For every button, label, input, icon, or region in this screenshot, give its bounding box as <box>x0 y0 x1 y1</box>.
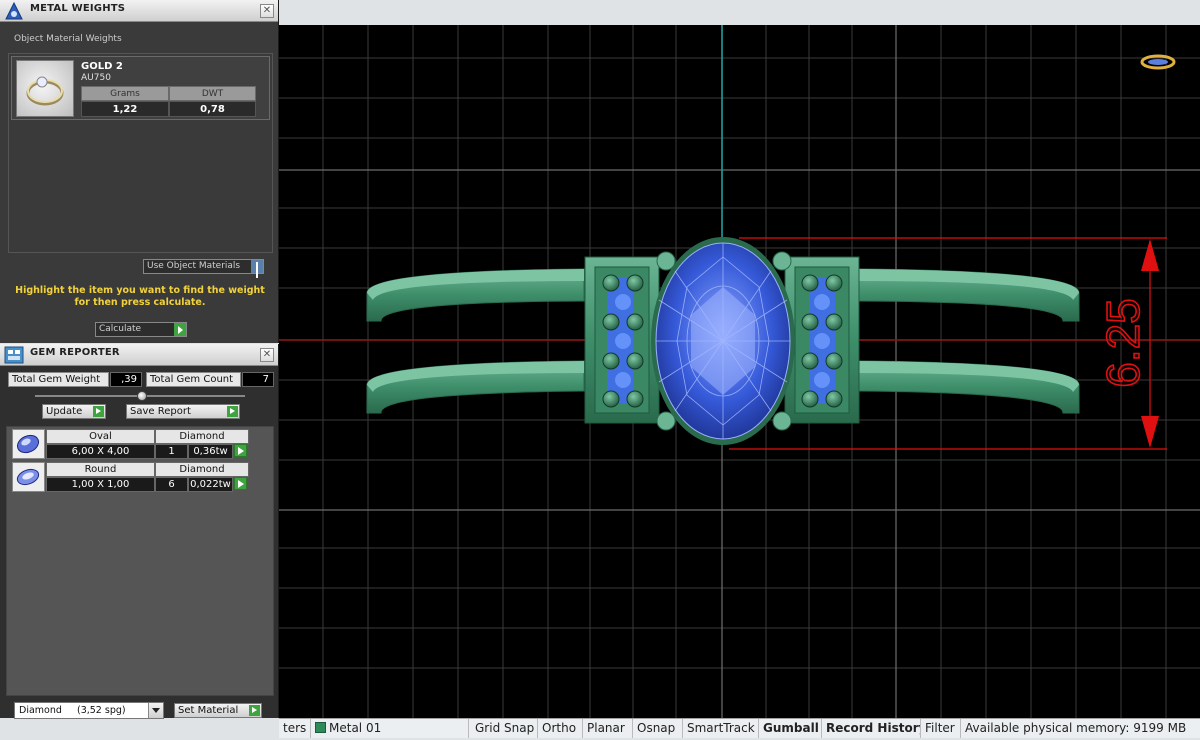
metal-weights-list: GOLD 2 AU750 Grams DWT 1,22 0,78 <box>8 53 273 253</box>
record-history-toggle[interactable]: Record History <box>822 719 921 738</box>
oval-gem-shape-icon <box>16 434 40 454</box>
use-object-materials-label: Use Object Materials <box>147 261 241 271</box>
list-item[interactable]: GOLD 2 AU750 Grams DWT 1,22 0,78 <box>11 56 270 120</box>
gem-reporter-header[interactable]: GEM REPORTER ✕ <box>0 344 278 366</box>
gem-size-slider-handle[interactable] <box>137 391 147 401</box>
dwt-value: 0,78 <box>169 101 256 117</box>
close-icon[interactable]: ✕ <box>260 4 274 18</box>
gem-reporter-icon <box>4 346 24 364</box>
gem-weight: 0,36tw <box>188 444 233 459</box>
info-icon[interactable] <box>251 260 263 278</box>
calculate-button[interactable]: Calculate <box>95 322 187 337</box>
memory-status: Available physical memory: 9199 MB <box>965 721 1187 735</box>
update-label: Update <box>46 406 83 417</box>
play-icon <box>249 705 260 716</box>
play-icon[interactable] <box>234 444 247 457</box>
filter-toggle[interactable]: Filter <box>921 719 961 738</box>
play-icon[interactable] <box>174 323 186 336</box>
gem-shape: Round <box>46 462 155 477</box>
metal-weights-title: METAL WEIGHTS <box>30 3 126 14</box>
use-object-materials-dropdown[interactable]: Use Object Materials <box>143 259 264 278</box>
table-row[interactable]: Round Diamond 1,00 X 1,00 6 0,022tw <box>12 462 250 492</box>
gem-material: Diamond <box>155 429 249 444</box>
osnap-toggle[interactable]: Osnap <box>633 719 683 738</box>
calculate-hint: Highlight the item you want to find the … <box>15 285 265 308</box>
gem-quantity: 6 <box>155 477 188 492</box>
metal-weights-header[interactable]: METAL WEIGHTS ✕ <box>0 0 278 22</box>
dimension-label: 6.25 <box>1097 298 1149 388</box>
ortho-toggle[interactable]: Ortho <box>538 719 583 738</box>
chevron-down-icon[interactable] <box>148 703 163 718</box>
gem-size: 1,00 X 1,00 <box>46 477 155 492</box>
dwt-header: DWT <box>169 86 256 101</box>
weights-table: Grams DWT 1,22 0,78 <box>81 86 256 118</box>
layer-color-swatch <box>315 722 326 733</box>
viewport-canvas[interactable]: 6.25 <box>279 25 1200 718</box>
metal-weights-panel: METAL WEIGHTS ✕ Object Material Weights … <box>0 0 279 343</box>
table-row[interactable]: Oval Diamond 6,00 X 4,00 1 0,36tw <box>12 429 250 459</box>
play-icon <box>93 406 104 417</box>
gem-reporter-panel: GEM REPORTER ✕ Total Gem Weight ,39 Tota… <box>0 344 279 719</box>
round-gem-shape-icon <box>16 468 40 486</box>
total-gem-weight-label: Total Gem Weight <box>8 372 109 387</box>
current-layer[interactable]: Metal 01 <box>311 719 469 738</box>
total-gem-count-label: Total Gem Count <box>146 372 241 387</box>
round-gem-icon <box>12 462 45 492</box>
gem-reporter-title: GEM REPORTER <box>30 347 120 358</box>
filters-pane[interactable]: ters <box>279 719 311 738</box>
gem-material-select[interactable]: Diamond (3,52 spg) <box>14 702 164 719</box>
total-gem-weight-value: ,39 <box>110 372 142 387</box>
gem-material: Diamond <box>155 462 249 477</box>
play-icon <box>227 406 238 417</box>
planar-toggle[interactable]: Planar <box>583 719 633 738</box>
oval-gem-icon <box>12 429 45 459</box>
current-layer-label: Metal 01 <box>329 721 382 735</box>
object-material-weights-label: Object Material Weights <box>14 34 122 44</box>
gem-size: 6,00 X 4,00 <box>46 444 155 459</box>
set-material-button[interactable]: Set Material <box>174 703 262 718</box>
status-bar: ters Metal 01 Grid Snap Ortho Planar Osn… <box>279 718 1200 738</box>
ring-thumbnail <box>16 60 74 117</box>
calculate-label: Calculate <box>99 324 142 334</box>
grams-header: Grams <box>81 86 169 101</box>
gumball-toggle[interactable]: Gumball <box>759 719 822 738</box>
gem-weight: 0,022tw <box>188 477 233 492</box>
grid-snap-toggle[interactable]: Grid Snap <box>471 719 538 738</box>
grams-value: 1,22 <box>81 101 169 117</box>
close-icon[interactable]: ✕ <box>260 348 274 362</box>
perspective-viewport[interactable]: 6.25 <box>279 25 1200 718</box>
viewport-top-bar <box>279 0 1200 25</box>
play-icon[interactable] <box>234 477 247 490</box>
metal-weights-icon <box>5 1 23 20</box>
save-report-label: Save Report <box>130 406 191 417</box>
center-oval-gem[interactable] <box>651 237 795 445</box>
gem-quantity: 1 <box>155 444 188 459</box>
ring-thumbnail-icon <box>26 76 64 106</box>
material-alloy: AU750 <box>81 73 111 83</box>
update-button[interactable]: Update <box>42 404 106 419</box>
save-report-button[interactable]: Save Report <box>126 404 240 419</box>
total-gem-count-value: 7 <box>242 372 274 387</box>
gem-shape: Oval <box>46 429 155 444</box>
set-material-label: Set Material <box>178 705 239 716</box>
smarttrack-toggle[interactable]: SmartTrack <box>683 719 759 738</box>
gem-material-select-value: Diamond (3,52 spg) <box>19 705 126 716</box>
material-name: GOLD 2 <box>81 61 123 72</box>
